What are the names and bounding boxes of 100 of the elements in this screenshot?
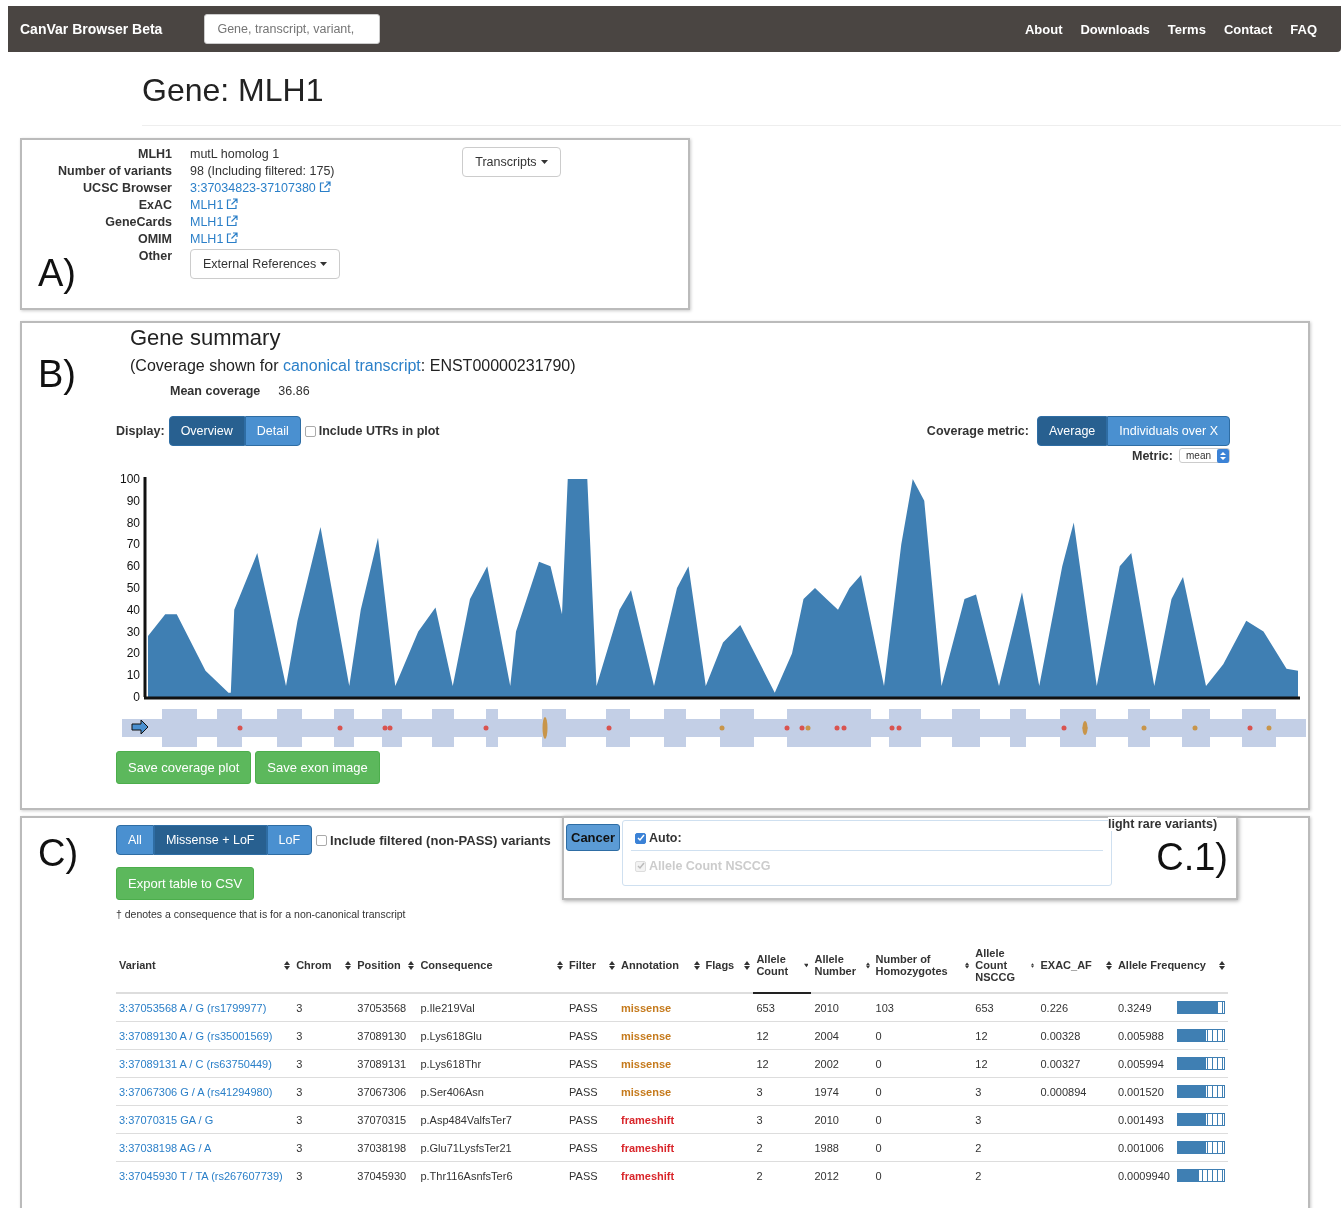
search-field[interactable]: Gene, transcript, variant, bbox=[204, 14, 381, 44]
nav-link[interactable]: FAQ bbox=[1290, 21, 1317, 37]
table-cell: PASS bbox=[569, 1113, 598, 1126]
column-header[interactable]: Annotation bbox=[621, 959, 680, 971]
nav-link[interactable]: Downloads bbox=[1080, 21, 1150, 37]
column-header[interactable]: Allele Frequency bbox=[1117, 959, 1206, 971]
frequency-bar bbox=[1177, 1001, 1225, 1014]
sort-descending-icon[interactable] bbox=[803, 962, 809, 968]
table-cell: 2012 bbox=[814, 1169, 839, 1182]
caret-icon bbox=[540, 160, 548, 164]
info-label: Other bbox=[138, 249, 172, 263]
sort-icon[interactable] bbox=[1219, 960, 1225, 970]
info-link[interactable]: MLH1 bbox=[190, 215, 224, 229]
column-header[interactable]: Chrom bbox=[296, 959, 332, 971]
filter-toggle[interactable]: LoF bbox=[266, 825, 313, 855]
table-cell: 0.005988 bbox=[1117, 1029, 1164, 1042]
axis-tick-label: 10 bbox=[126, 668, 140, 683]
brand-name[interactable]: CanVar Browser Beta bbox=[20, 21, 163, 37]
metric-toggle[interactable]: Average bbox=[1037, 416, 1108, 446]
column-header[interactable]: Variant bbox=[119, 959, 156, 971]
column-header[interactable]: Flags bbox=[705, 959, 735, 971]
display-toggle[interactable]: Detail bbox=[244, 416, 301, 446]
transcripts-button[interactable]: Transcripts bbox=[462, 147, 561, 177]
variant-link[interactable]: 3:37067306 G / A (rs41294980) bbox=[119, 1085, 273, 1098]
filter-toggle[interactable]: All bbox=[116, 825, 154, 855]
sort-icon[interactable] bbox=[557, 960, 564, 970]
dropdown-button[interactable]: External References bbox=[190, 249, 341, 279]
table-cell: 3 bbox=[756, 1113, 763, 1126]
column-header[interactable]: Allele Count NSCCG bbox=[975, 947, 1030, 983]
table-cell: 3 bbox=[296, 1113, 303, 1126]
annotation-label: missense bbox=[621, 1001, 672, 1014]
sort-icon[interactable] bbox=[693, 960, 700, 970]
frequency-bar bbox=[1177, 1169, 1225, 1182]
info-link[interactable]: 3:37034823-37107380 bbox=[190, 181, 316, 195]
display-label: Display: bbox=[116, 424, 165, 438]
variant-link[interactable]: 3:37089131 A / C (rs63750449) bbox=[119, 1057, 272, 1070]
metric-toggle[interactable]: Individuals over X bbox=[1107, 416, 1230, 446]
transcript-link[interactable]: canonical transcript bbox=[282, 357, 421, 374]
variant-link[interactable]: 3:37038198 AG / A bbox=[119, 1141, 212, 1154]
table-cell: 37089130 bbox=[357, 1029, 407, 1042]
axis-tick-label: 70 bbox=[126, 537, 140, 552]
external-link-icon bbox=[226, 232, 239, 244]
axis-tick-label: 20 bbox=[126, 646, 140, 661]
column-header[interactable]: Allele Count bbox=[756, 953, 802, 977]
sort-icon[interactable] bbox=[1031, 960, 1035, 970]
column-header[interactable]: Position bbox=[357, 959, 401, 971]
table-cell: 0.0009940 bbox=[1117, 1169, 1170, 1182]
axis-tick-label: 80 bbox=[126, 515, 140, 530]
frequency-bar bbox=[1177, 1113, 1225, 1126]
metric-select[interactable]: mean bbox=[1179, 448, 1230, 463]
table-cell: 0 bbox=[875, 1057, 882, 1070]
sort-icon[interactable] bbox=[284, 960, 291, 970]
variant-link[interactable]: 3:37089130 A / G (rs35001569) bbox=[119, 1029, 273, 1042]
info-link[interactable]: MLH1 bbox=[190, 232, 224, 246]
table-cell: 2 bbox=[975, 1169, 982, 1182]
cancer-button[interactable]: Cancer bbox=[566, 824, 621, 851]
sort-icon[interactable] bbox=[408, 960, 415, 970]
column-header[interactable]: Consequence bbox=[420, 959, 493, 971]
checkbox-label: Include filtered (non-PASS) variants bbox=[330, 832, 551, 848]
column-header[interactable]: Filter bbox=[569, 959, 596, 971]
info-label: GeneCards bbox=[105, 215, 172, 229]
variant-link[interactable]: 3:37053568 A / G (rs1799977) bbox=[119, 1001, 267, 1014]
panel-label: C.1) bbox=[1156, 836, 1228, 879]
column-header[interactable]: Number of Homozygotes bbox=[875, 953, 964, 977]
coverage-note: (Coverage shown for canonical transcript: ENST00000231790) bbox=[130, 357, 577, 375]
sort-icon[interactable] bbox=[609, 960, 615, 970]
sort-icon[interactable] bbox=[345, 960, 352, 970]
checkbox[interactable] bbox=[304, 425, 316, 437]
sort-icon[interactable] bbox=[965, 960, 970, 970]
external-link-icon bbox=[226, 215, 239, 227]
sort-icon[interactable] bbox=[744, 960, 751, 970]
table-cell: 3 bbox=[296, 1057, 303, 1070]
table-cell: 2 bbox=[975, 1141, 982, 1154]
table-cell: 3 bbox=[296, 1001, 303, 1014]
column-header[interactable]: EXAC_AF bbox=[1040, 959, 1092, 971]
table-cell: PASS bbox=[569, 1029, 598, 1042]
nav-link[interactable]: Terms bbox=[1167, 21, 1206, 37]
checkbox[interactable] bbox=[316, 834, 328, 846]
nav-link[interactable]: About bbox=[1024, 21, 1063, 37]
table-cell: 37067306 bbox=[357, 1085, 407, 1098]
section-title: Gene summary bbox=[130, 325, 282, 351]
variant-link[interactable]: 3:37045930 T / TA (rs267607739) bbox=[119, 1169, 283, 1182]
table-cell: p.Lys618Glu bbox=[420, 1029, 482, 1042]
checkbox[interactable] bbox=[635, 832, 646, 844]
column-header[interactable]: Allele Number bbox=[814, 953, 864, 977]
display-toggle[interactable]: Overview bbox=[168, 416, 245, 446]
info-value: mutL homolog 1 bbox=[190, 147, 281, 161]
axis-tick-label: 100 bbox=[119, 472, 140, 486]
table-cell: 0.005994 bbox=[1117, 1057, 1164, 1070]
table-cell: 0 bbox=[875, 1113, 882, 1126]
table-cell: 12 bbox=[975, 1029, 988, 1042]
sort-icon[interactable] bbox=[865, 960, 870, 970]
info-link[interactable]: MLH1 bbox=[190, 198, 224, 212]
table-cell: 0 bbox=[875, 1169, 882, 1182]
nav-link[interactable]: Contact bbox=[1223, 21, 1273, 37]
sort-icon[interactable] bbox=[1105, 960, 1112, 970]
table-cell: 653 bbox=[756, 1001, 775, 1014]
variant-link[interactable]: 3:37070315 GA / G bbox=[119, 1113, 214, 1126]
filter-toggle[interactable]: Missense + LoF bbox=[153, 825, 267, 855]
table-cell: 0.226 bbox=[1040, 1001, 1068, 1014]
